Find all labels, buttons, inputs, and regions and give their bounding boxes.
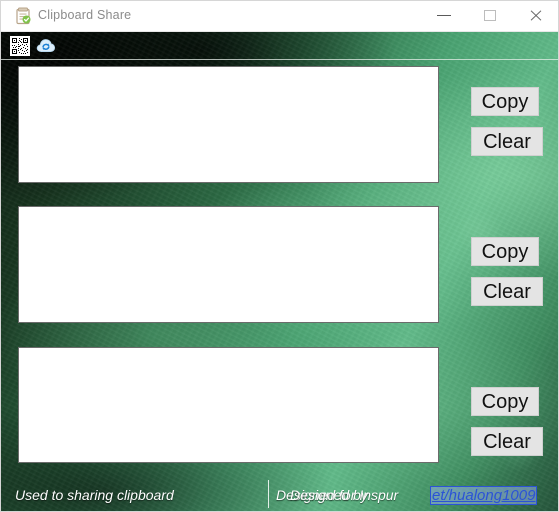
maximize-icon — [484, 10, 496, 21]
clipboard-icon — [14, 7, 32, 25]
cloud-sync-icon[interactable] — [36, 37, 56, 55]
main-stage: Copy Clear Copy Clear Copy Clear Used to… — [0, 32, 559, 512]
clipboard-textarea-1[interactable] — [18, 66, 439, 183]
qr-code-icon[interactable] — [10, 36, 30, 56]
title-bar: Clipboard Share — [0, 0, 559, 32]
copy-button-1[interactable]: Copy — [471, 87, 539, 116]
app-window: Clipboard Share Copy Clear Copy Clear Co… — [0, 0, 559, 512]
copy-button-2[interactable]: Copy — [471, 237, 539, 266]
toolbar — [0, 32, 559, 60]
status-credit-secondary: Designed by — [290, 487, 368, 503]
clipboard-textarea-3[interactable] — [18, 347, 439, 463]
close-button[interactable] — [513, 0, 559, 31]
toolbar-separator — [0, 59, 559, 60]
clipboard-textarea-2[interactable] — [18, 206, 439, 323]
maximize-button[interactable] — [467, 0, 513, 31]
status-description: Used to sharing clipboard — [15, 487, 174, 503]
clear-button-1[interactable]: Clear — [471, 127, 543, 156]
copy-button-3[interactable]: Copy — [471, 387, 539, 416]
minimize-button[interactable] — [421, 0, 467, 31]
status-link[interactable]: et/hualong1009 — [430, 486, 538, 505]
clear-button-3[interactable]: Clear — [471, 427, 543, 456]
close-icon — [530, 10, 542, 21]
window-title: Clipboard Share — [38, 8, 132, 22]
minimize-icon — [437, 15, 451, 16]
status-divider — [268, 480, 269, 508]
status-bar: Used to sharing clipboard Designed for I… — [0, 478, 559, 512]
clear-button-2[interactable]: Clear — [471, 277, 543, 306]
